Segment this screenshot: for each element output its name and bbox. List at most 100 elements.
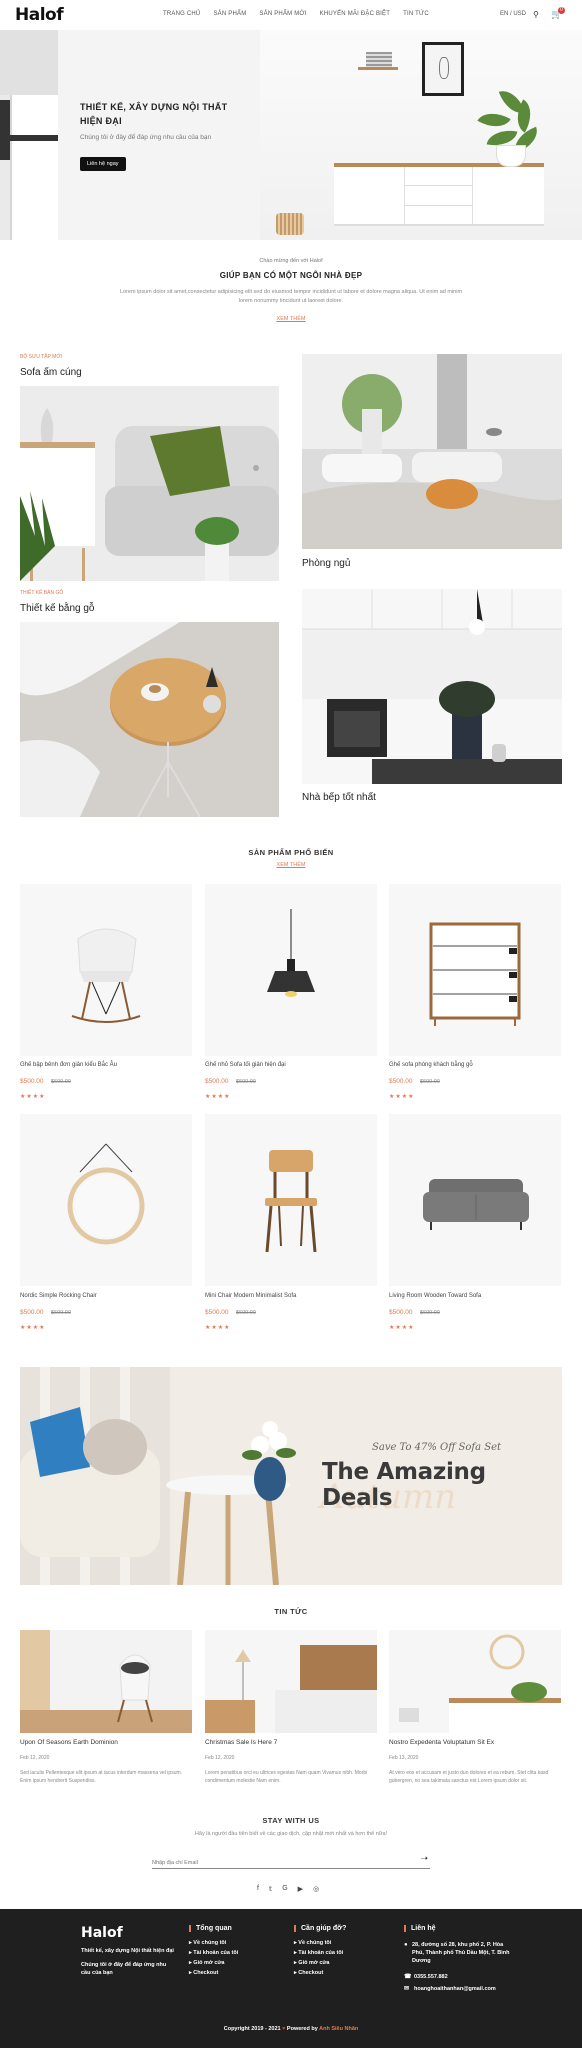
product-name[interactable]: Nordic Simple Rocking Chair [20, 1293, 97, 1299]
product-image[interactable] [20, 884, 192, 1056]
copyright-text: Copyright 2019 - 2021 [223, 2026, 281, 2032]
nav-item-new-products[interactable]: SẢN PHẨM MỚI [259, 11, 306, 17]
footer-col-title: Tổng quan [189, 1925, 238, 1932]
product-image[interactable] [389, 884, 561, 1056]
news-image[interactable] [389, 1630, 561, 1733]
youtube-icon[interactable]: ▶ [298, 1885, 303, 1893]
site-logo[interactable]: Halof [15, 5, 64, 25]
category-title-wood[interactable]: Thiết kế bằng gỗ [20, 603, 95, 614]
nav-item-products[interactable]: SẢN PHẨM [213, 11, 246, 17]
product-image[interactable] [205, 884, 377, 1056]
product-price: $500.00 [205, 1078, 229, 1085]
instagram-icon[interactable]: ◎ [313, 1885, 319, 1893]
news-date: Feb 13, 2020 [389, 1755, 419, 1761]
product-price: $500.00 [20, 1078, 44, 1085]
footer-link[interactable]: Tài khoản của tôi [189, 1950, 238, 1956]
product-image[interactable] [20, 1114, 192, 1286]
nav-item-news[interactable]: TIN TỨC [403, 11, 429, 17]
category-image-bedroom[interactable] [302, 354, 562, 549]
news-title[interactable]: Christmas Sale Is Here 7 [205, 1739, 277, 1746]
footer-logo[interactable]: Halof [81, 1925, 123, 1941]
powered-by-text: Powered by [286, 2026, 318, 2032]
category-image-kitchen[interactable] [302, 589, 562, 784]
footer-link[interactable]: Về chúng tôi [189, 1940, 238, 1946]
footer-col-contact: Liên hệ [404, 1925, 436, 1932]
footer-link[interactable]: Giỏ mở cửa [294, 1960, 346, 1966]
product-rating: ★★★★ [389, 1094, 415, 1100]
footer-col-help: Cần giúp đỡ? Về chúng tôi Tài khoản của … [294, 1925, 346, 1976]
search-icon[interactable]: ⚲ [533, 10, 539, 19]
footer-link[interactable]: Checkout [294, 1970, 346, 1976]
category-tag-new: BỘ SƯU TẬP MỚI [20, 354, 62, 360]
nav-item-home[interactable]: TRANG CHỦ [163, 11, 200, 17]
news-excerpt: At vero eos et accusam et justo duo dolo… [389, 1770, 549, 1784]
product-rating: ★★★★ [389, 1325, 415, 1331]
newsletter-section: STAY WITH US Hãy là người đầu tiên biết … [0, 1816, 582, 1837]
phone-icon: ☎ [404, 1974, 412, 1980]
social-links: f 𝕥 G ▶ ◎ [257, 1885, 319, 1893]
twitter-icon[interactable]: 𝕥 [269, 1885, 272, 1893]
category-image-sofa[interactable] [20, 386, 279, 581]
contact-now-button[interactable]: Liên hệ ngay [80, 157, 126, 171]
news-title[interactable]: Nostro Expedenta Voluptatum Sit Ex [389, 1739, 494, 1746]
welcome-title: GIÚP BẠN CÓ MỘT NGÔI NHÀ ĐẸP [219, 271, 363, 280]
category-image-wood-table[interactable] [20, 622, 279, 817]
main-nav: TRANG CHỦ SẢN PHẨM SẢN PHẨM MỚI KHUYẾN M… [163, 11, 429, 17]
welcome-more-link[interactable]: XEM THÊM [0, 316, 582, 322]
news-excerpt: Lorem penatibus orci eu ultrices egestas… [205, 1770, 368, 1784]
copyright: Copyright 2019 - 2021 ♥ Powered by Anh S… [0, 2026, 582, 2032]
popular-more-link[interactable]: XEM THÊM [0, 862, 582, 868]
footer-email[interactable]: hoanghoaithanhan@gmail.com [414, 1985, 496, 1993]
news-image[interactable] [205, 1630, 377, 1733]
email-icon: ✉ [404, 1986, 410, 1992]
news-image[interactable] [20, 1630, 192, 1733]
deals-banner[interactable]: Autumn Save To 47% Off Sofa Set The Amaz… [20, 1367, 562, 1585]
welcome-text: Lorem ipsum dolor sit amet,consectetur a… [119, 289, 463, 304]
email-input[interactable] [152, 1855, 392, 1871]
product-rating: ★★★★ [20, 1094, 46, 1100]
category-title-sofa[interactable]: Sofa ấm cúng [20, 367, 82, 378]
product-image[interactable] [205, 1114, 377, 1286]
news-section-title: TIN TỨC [274, 1607, 308, 1616]
popular-products-title: SẢN PHẨM PHỔ BIẾN [248, 848, 334, 857]
facebook-icon[interactable]: f [257, 1885, 259, 1893]
footer-link[interactable]: Giỏ mở cửa [189, 1960, 238, 1966]
product-name[interactable]: Ghế nhỏ Sofa tối giản hiện đại [205, 1062, 286, 1068]
deals-subtitle: Save To 47% Off Sofa Set [372, 1442, 502, 1453]
hero-text: THIẾT KẾ, XÂY DỰNG NỘI THẤT HIỆN ĐẠI Chú… [80, 100, 250, 171]
product-old-price: $600.00 [236, 1310, 256, 1316]
product-old-price: $600.00 [51, 1310, 71, 1316]
product-name[interactable]: Mini Chair Modern Minimalist Sofa [205, 1293, 296, 1299]
product-image[interactable] [389, 1114, 561, 1286]
product-old-price: $600.00 [420, 1310, 440, 1316]
product-name[interactable]: Ghế bập bênh đơn giản kiểu Bắc Âu [20, 1062, 117, 1068]
author-link[interactable]: Anh Siêu Nhân [319, 2026, 358, 2032]
footer-tagline: Thiết kế, xây dựng Nội thất hiện đại [81, 1948, 174, 1954]
product-old-price: $600.00 [236, 1079, 256, 1085]
submit-arrow-icon[interactable]: ➝ [420, 1853, 428, 1864]
news-date: Feb 12, 2020 [20, 1755, 50, 1761]
category-tag-wood-table: THIẾT KẾ BÀN GỖ [20, 590, 64, 596]
news-excerpt: Sed iaculis Pellentesque elit ipsum at i… [20, 1770, 183, 1784]
footer-link[interactable]: Checkout [189, 1970, 238, 1976]
hero-kitchen-image [0, 30, 58, 240]
welcome-section: Chào mừng đến với Halof GIÚP BẠN CÓ MỘT … [0, 258, 582, 322]
news-date: Feb 12, 2020 [205, 1755, 235, 1761]
language-currency-switch[interactable]: EN / USD [500, 11, 526, 17]
hero-title: THIẾT KẾ, XÂY DỰNG NỘI THẤT HIỆN ĐẠI [80, 102, 228, 126]
product-name[interactable]: Ghế sofa phòng khách bằng gỗ [389, 1062, 473, 1068]
nav-item-promotions[interactable]: KHUYẾN MÃI ĐẶC BIỆT [320, 11, 390, 17]
footer-link[interactable]: Về chúng tôi [294, 1940, 346, 1946]
category-title-kitchen[interactable]: Nhà bếp tốt nhất [302, 792, 376, 803]
product-name[interactable]: Living Room Wooden Toward Sofa [389, 1293, 481, 1299]
product-rating: ★★★★ [20, 1325, 46, 1331]
welcome-kicker: Chào mừng đến với Halof [259, 258, 323, 264]
deals-title: The Amazing Deals [322, 1459, 486, 1511]
google-icon[interactable]: G [282, 1885, 287, 1893]
footer-phone[interactable]: 0355.557.882 [414, 1973, 448, 1981]
product-rating: ★★★★ [205, 1325, 231, 1331]
footer-col-overview: Tổng quan Về chúng tôi Tài khoản của tôi… [189, 1925, 238, 1976]
footer-link[interactable]: Tài khoản của tôi [294, 1950, 346, 1956]
news-title[interactable]: Upon Of Seasons Earth Dominion [20, 1739, 118, 1746]
category-title-bedroom[interactable]: Phòng ngủ [302, 558, 350, 569]
